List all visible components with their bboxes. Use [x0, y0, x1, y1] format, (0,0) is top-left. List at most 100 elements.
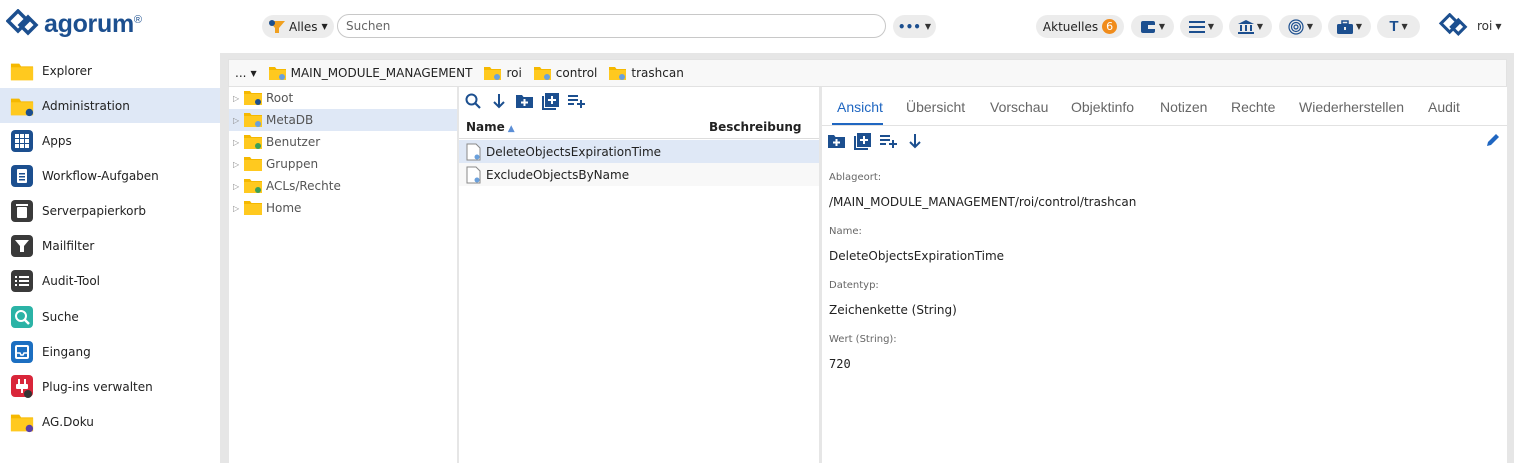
breadcrumb-item[interactable]: roi — [484, 66, 522, 80]
list-header: Name ▲ Beschreibung — [459, 115, 819, 139]
tree-item-home[interactable]: ▷ Home — [229, 197, 457, 219]
expand-arrow-icon[interactable]: ▷ — [233, 204, 239, 213]
text-menu-button[interactable]: T ▼ — [1377, 15, 1420, 38]
nav-item-label: Workflow-Aufgaben — [42, 168, 159, 183]
add-list-icon[interactable] — [880, 133, 897, 150]
briefcase-icon — [1336, 19, 1353, 34]
nav-item-apps[interactable]: Apps — [0, 123, 220, 158]
fingerprint-menu-button[interactable]: ▼ — [1279, 15, 1322, 38]
breadcrumb-overflow-button[interactable]: ... ▼ — [235, 66, 257, 80]
filter-label: Alles — [289, 19, 318, 34]
nav-item-workflow-aufgaben[interactable]: Workflow-Aufgaben — [0, 158, 220, 193]
folder-icon — [244, 179, 262, 193]
nav-item-audit-tool[interactable]: Audit-Tool — [0, 263, 220, 298]
search-filter-dropdown[interactable]: Alles ▼ — [262, 15, 334, 38]
logo-registered-mark: ® — [133, 14, 142, 26]
list-item[interactable]: ExcludeObjectsByName — [459, 163, 819, 186]
expand-arrow-icon[interactable]: ▷ — [233, 116, 239, 125]
expand-arrow-icon[interactable]: ▷ — [233, 94, 239, 103]
tree-item-label: Gruppen — [266, 157, 319, 171]
new-folder-icon[interactable] — [828, 133, 845, 150]
chevron-down-icon: ▼ — [1401, 22, 1408, 31]
search-icon[interactable] — [464, 93, 481, 110]
tree-item-acls-rechte[interactable]: ▷ ACLs/Rechte — [229, 175, 457, 197]
aktuelles-label: Aktuelles — [1042, 19, 1099, 34]
wallet-icon — [1140, 20, 1155, 33]
nav-item-suche[interactable]: Suche — [0, 299, 220, 334]
hamburger-icon — [1188, 20, 1205, 33]
field-label-wert: Wert (String): — [829, 334, 897, 345]
expand-arrow-icon[interactable]: ▷ — [233, 182, 239, 191]
folder-icon — [244, 113, 262, 127]
tree-item-metadb[interactable]: ▷ MetaDB — [229, 109, 457, 131]
tab-vorschau[interactable]: Vorschau — [990, 99, 1048, 115]
tree-item-label: MetaDB — [266, 113, 314, 127]
tree-item-root[interactable]: ▷ Root — [229, 87, 457, 109]
expand-arrow-icon[interactable]: ▷ — [233, 138, 239, 147]
active-tab-indicator — [832, 123, 883, 125]
inbox-icon — [10, 340, 34, 364]
tab-uebersicht[interactable]: Übersicht — [906, 99, 965, 115]
chevron-down-icon: ▼ — [1355, 22, 1363, 31]
add-box-icon[interactable] — [542, 92, 559, 110]
arrow-down-icon[interactable] — [490, 93, 507, 110]
institution-menu-button[interactable]: ▼ — [1229, 15, 1272, 38]
tab-objektinfo[interactable]: Objektinfo — [1071, 99, 1134, 115]
tree-item-label: Benutzer — [266, 135, 321, 149]
nav-item-plug-ins-verwalten[interactable]: Plug-ins verwalten — [0, 369, 220, 404]
expand-arrow-icon[interactable]: ▷ — [233, 160, 239, 169]
tree-item-label: Home — [266, 201, 302, 215]
field-value-wert: 720 — [829, 357, 851, 371]
detail-panel: Ansicht Übersicht Vorschau Objektinfo No… — [822, 87, 1507, 463]
breadcrumb-item[interactable]: trashcan — [609, 66, 684, 80]
tab-audit[interactable]: Audit — [1428, 99, 1460, 115]
user-menu[interactable]: roi ▼ — [1438, 13, 1502, 39]
breadcrumb-item[interactable]: MAIN_MODULE_MANAGEMENT — [268, 66, 472, 80]
agorum-logo[interactable]: agorum ® — [6, 9, 142, 39]
list-item[interactable]: DeleteObjectsExpirationTime — [459, 140, 819, 163]
add-box-icon[interactable] — [854, 132, 871, 150]
search-icon — [10, 305, 34, 329]
new-folder-icon[interactable] — [516, 93, 533, 110]
breadcrumb-label: control — [555, 66, 598, 80]
nav-item-explorer[interactable]: Explorer — [0, 53, 220, 88]
search-input[interactable] — [337, 14, 886, 38]
nav-item-administration[interactable]: Administration — [0, 88, 220, 123]
folder-gear-icon — [10, 94, 34, 118]
text-t-icon: T — [1389, 18, 1399, 35]
column-header-description[interactable]: Beschreibung — [709, 120, 802, 134]
chevron-down-icon: ▼ — [1207, 22, 1215, 31]
tab-wiederherstellen[interactable]: Wiederherstellen — [1299, 99, 1404, 115]
more-options-button[interactable]: ••• ▼ — [893, 15, 936, 38]
folder-icon — [244, 157, 262, 171]
nav-item-label: Explorer — [42, 63, 92, 78]
nav-item-label: Apps — [42, 133, 72, 148]
tab-ansicht[interactable]: Ansicht — [837, 99, 883, 115]
fingerprint-icon — [1288, 18, 1304, 35]
wallet-menu-button[interactable]: ▼ — [1131, 15, 1174, 38]
folder-icon — [268, 67, 286, 80]
object-list: Name ▲ Beschreibung DeleteObjectsExpirati… — [459, 87, 819, 463]
nav-item-mailfilter[interactable]: Mailfilter — [0, 228, 220, 263]
folder-icon — [244, 201, 262, 215]
nav-item-label: AG.Doku — [42, 414, 94, 429]
pencil-icon[interactable] — [1485, 132, 1501, 151]
tree-item-gruppen[interactable]: ▷ Gruppen — [229, 153, 457, 175]
tab-rechte[interactable]: Rechte — [1231, 99, 1275, 115]
folder-icon — [533, 67, 551, 80]
tab-notizen[interactable]: Notizen — [1160, 99, 1207, 115]
menu-list-button[interactable]: ▼ — [1180, 15, 1223, 38]
nav-item-ag-doku[interactable]: AG.Doku — [0, 404, 220, 439]
document-icon — [466, 143, 481, 161]
toolbox-menu-button[interactable]: ▼ — [1328, 15, 1371, 38]
aktuelles-button[interactable]: Aktuelles 6 — [1036, 15, 1124, 38]
aktuelles-count-badge: 6 — [1102, 19, 1118, 34]
nav-item-serverpapierkorb[interactable]: Serverpapierkorb — [0, 193, 220, 228]
add-list-icon[interactable] — [568, 93, 585, 110]
tree-item-benutzer[interactable]: ▷ Benutzer — [229, 131, 457, 153]
chevron-down-icon: ▼ — [1495, 21, 1502, 31]
breadcrumb-item[interactable]: control — [533, 66, 598, 80]
column-header-name[interactable]: Name ▲ — [466, 120, 515, 134]
arrow-down-icon[interactable] — [906, 133, 923, 150]
nav-item-eingang[interactable]: Eingang — [0, 334, 220, 369]
